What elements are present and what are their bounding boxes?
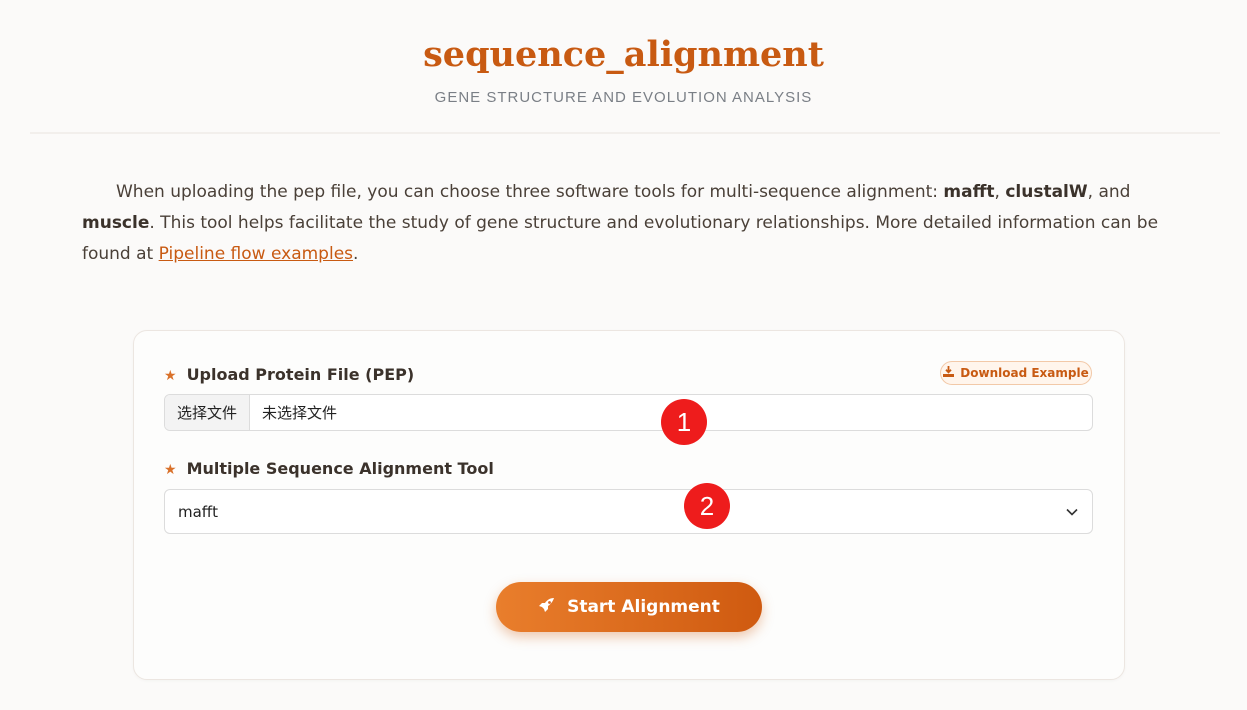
download-example-button[interactable]: Download Example (940, 361, 1092, 385)
annotation-marker-1: 1 (661, 399, 707, 445)
chevron-down-icon (1066, 504, 1078, 520)
page-title: sequence_alignment (423, 34, 824, 75)
tool-name-clustalw: clustalW (1005, 182, 1088, 202)
download-icon (943, 366, 955, 380)
page-header: sequence_alignment GENE STRUCTURE AND EV… (0, 0, 1247, 132)
header-divider (30, 132, 1220, 134)
pipeline-flow-examples-link[interactable]: Pipeline flow examples (159, 244, 353, 264)
file-status-text: 未选择文件 (262, 404, 338, 422)
alignment-tool-select[interactable]: mafft (164, 489, 1093, 534)
page-subtitle: GENE STRUCTURE AND EVOLUTION ANALYSIS (434, 89, 813, 106)
alignment-form-card: ★ Upload Protein File (PEP) Download Exam… (133, 330, 1125, 680)
tool-name-mafft: mafft (943, 182, 995, 202)
tool-label: ★ Multiple Sequence Alignment Tool (164, 459, 494, 478)
star-icon: ★ (164, 462, 177, 478)
description-paragraph: When uploading the pep file, you can cho… (82, 182, 1159, 264)
tool-name-muscle: muscle (82, 213, 150, 233)
protein-file-input[interactable]: 选择文件 未选择文件 (164, 394, 1093, 431)
upload-label: ★ Upload Protein File (PEP) (164, 365, 415, 384)
star-icon: ★ (164, 368, 177, 384)
annotation-marker-2: 2 (684, 483, 730, 529)
start-alignment-button[interactable]: Start Alignment (496, 582, 762, 632)
choose-file-button[interactable]: 选择文件 (165, 395, 251, 430)
rocket-icon (538, 597, 555, 618)
selected-tool-value: mafft (178, 502, 219, 521)
